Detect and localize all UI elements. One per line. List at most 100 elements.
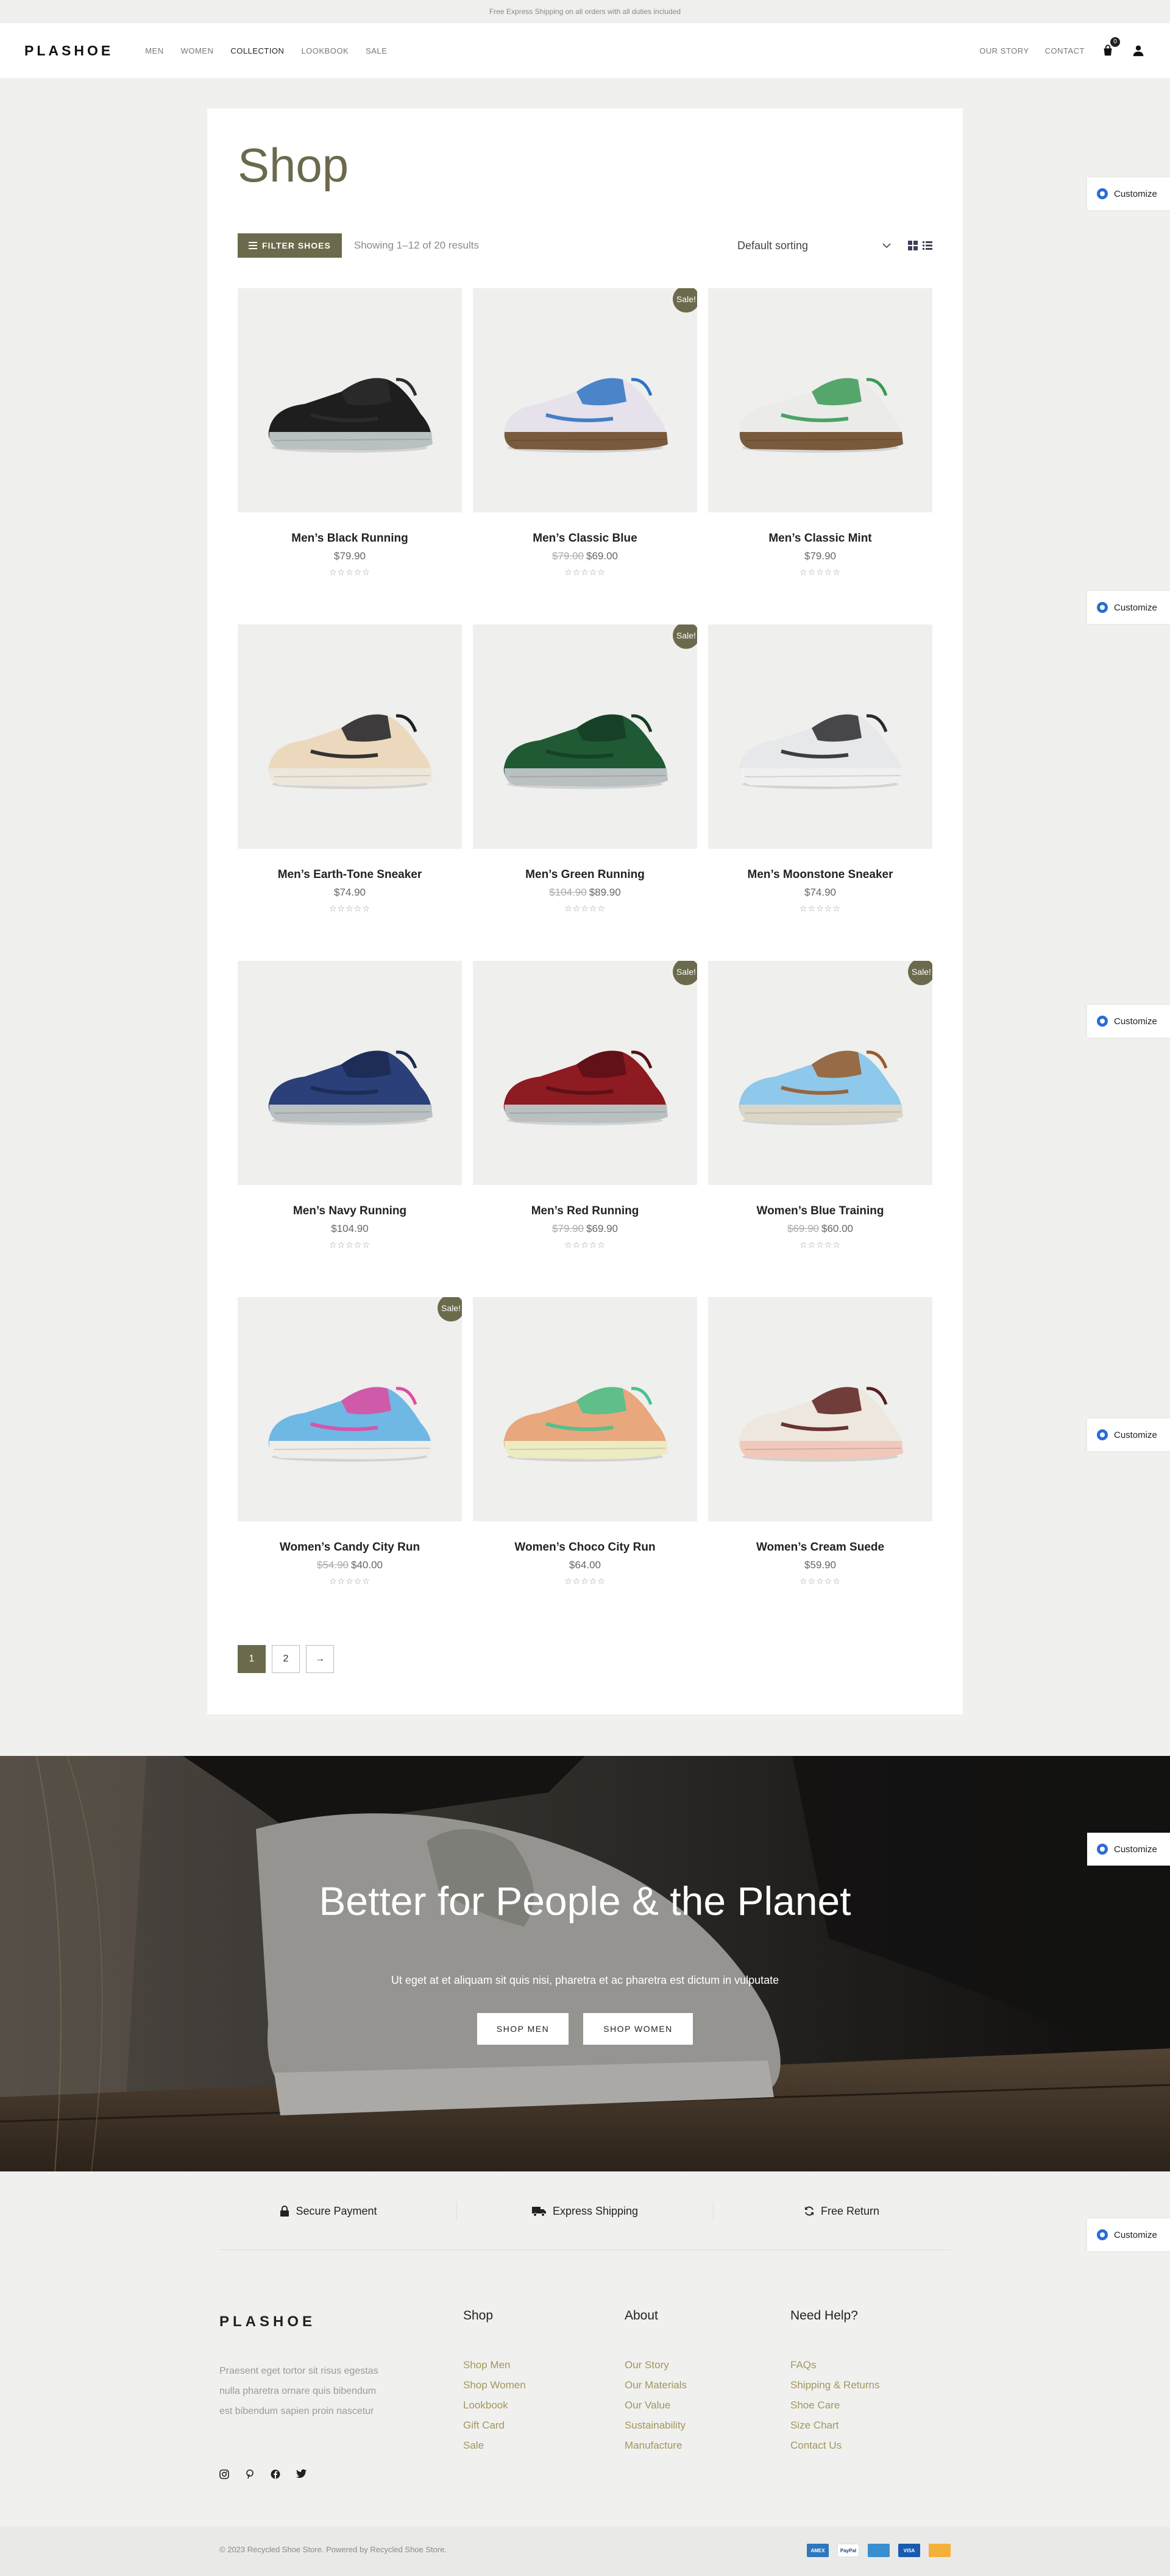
grid-view-icon[interactable]	[908, 241, 918, 250]
footer-link[interactable]: Our Materials	[625, 2375, 687, 2395]
shoe-image	[268, 378, 433, 453]
shop-women-button[interactable]: SHOP WOMEN	[583, 2013, 693, 2045]
customize-button[interactable]: Customize	[1087, 1833, 1170, 1866]
truck-icon	[531, 2207, 546, 2217]
product-image[interactable]: Sale!	[708, 961, 932, 1185]
list-view-icon[interactable]	[923, 241, 932, 250]
product-name[interactable]: Women’s Blue Training	[708, 1205, 932, 1218]
footer-link[interactable]: Lookbook	[463, 2395, 526, 2415]
refresh-icon	[804, 2206, 814, 2216]
footer-link[interactable]: Our Story	[625, 2355, 687, 2375]
product-card[interactable]: Sale! Women’s Blue Training $69.90 $60.00 ☆☆…	[708, 961, 932, 1278]
product-card[interactable]: Men’s Classic Mint $79.90 ☆☆☆☆☆	[708, 288, 932, 605]
page-2-button[interactable]: 2	[272, 1645, 300, 1673]
footer-link[interactable]: Sale	[463, 2435, 526, 2455]
footer-link[interactable]: Shop Women	[463, 2375, 526, 2395]
product-image[interactable]	[238, 625, 462, 849]
current-price: $89.90	[589, 886, 621, 898]
filter-shoes-button[interactable]: FILTER SHOES	[238, 233, 342, 258]
customize-icon	[1097, 1429, 1108, 1440]
sorting-controls: Default sorting	[737, 239, 932, 252]
product-name[interactable]: Men’s Classic Blue	[473, 532, 697, 545]
nav-contact[interactable]: CONTACT	[1045, 46, 1085, 55]
customize-button[interactable]: Customize	[1087, 1005, 1170, 1038]
customize-button[interactable]: Customize	[1087, 177, 1170, 210]
facebook-icon[interactable]	[271, 2469, 280, 2479]
amex-icon: AMEX	[807, 2544, 829, 2557]
sort-value: Default sorting	[737, 239, 809, 252]
announcement-text: Free Express Shipping on all orders with…	[489, 7, 681, 16]
nav-men[interactable]: MEN	[145, 46, 163, 55]
product-image[interactable]	[708, 1297, 932, 1521]
product-card[interactable]: Sale! Women’s Candy City Run $54.90 $40.00 ☆…	[238, 1297, 462, 1614]
product-image[interactable]	[238, 288, 462, 512]
product-card[interactable]: Men’s Moonstone Sneaker $74.90 ☆☆☆☆☆	[708, 625, 932, 941]
product-card[interactable]: Women’s Cream Suede $59.90 ☆☆☆☆☆	[708, 1297, 932, 1614]
product-name[interactable]: Men’s Black Running	[238, 532, 462, 545]
footer-link[interactable]: Shoe Care	[790, 2395, 879, 2415]
sort-select[interactable]: Default sorting	[737, 239, 896, 252]
product-name[interactable]: Women’s Candy City Run	[238, 1541, 462, 1554]
product-image[interactable]: Sale!	[238, 1297, 462, 1521]
user-icon	[1133, 45, 1144, 57]
nav-lookbook[interactable]: LOOKBOOK	[301, 46, 349, 55]
star-rating: ☆☆☆☆☆	[564, 1240, 606, 1250]
pinterest-icon[interactable]	[245, 2469, 255, 2479]
product-name[interactable]: Men’s Green Running	[473, 868, 697, 882]
footer-link[interactable]: Shipping & Returns	[790, 2375, 879, 2395]
sale-badge: Sale!	[673, 625, 697, 649]
visa-icon: VISA	[898, 2544, 920, 2557]
footer-bottom-bar: © 2023 Recycled Shoe Store. Powered by R…	[0, 2527, 1170, 2576]
shop-men-button[interactable]: SHOP MEN	[477, 2013, 569, 2045]
product-name[interactable]: Women’s Choco City Run	[473, 1541, 697, 1554]
product-card[interactable]: Sale! Men’s Classic Blue $79.00 $69.00 ☆☆☆☆☆	[473, 288, 697, 605]
customize-button[interactable]: Customize	[1087, 2218, 1170, 2251]
product-card[interactable]: Men’s Black Running $79.90 ☆☆☆☆☆	[238, 288, 462, 605]
footer-link[interactable]: Size Chart	[790, 2415, 879, 2435]
next-page-button[interactable]: →	[306, 1645, 334, 1673]
product-card[interactable]: Sale! Men’s Red Running $79.90 $69.90 ☆☆☆☆☆	[473, 961, 697, 1278]
product-image[interactable]	[238, 961, 462, 1185]
product-name[interactable]: Men’s Moonstone Sneaker	[708, 868, 932, 882]
nav-our-story[interactable]: OUR STORY	[979, 46, 1029, 55]
twitter-icon[interactable]	[296, 2469, 307, 2478]
nav-sale[interactable]: SALE	[366, 46, 387, 55]
customize-button[interactable]: Customize	[1087, 1418, 1170, 1451]
product-price: $59.90	[708, 1559, 932, 1571]
footer-link[interactable]: Contact Us	[790, 2435, 879, 2455]
footer-link[interactable]: Shop Men	[463, 2355, 526, 2375]
social-links	[219, 2469, 307, 2479]
product-name[interactable]: Men’s Earth-Tone Sneaker	[238, 868, 462, 882]
product-name[interactable]: Men’s Classic Mint	[708, 532, 932, 545]
product-card[interactable]: Men’s Navy Running $104.90 ☆☆☆☆☆	[238, 961, 462, 1278]
footer-link[interactable]: Manufacture	[625, 2435, 687, 2455]
cart-button[interactable]: 0	[1101, 37, 1120, 58]
nav-collection[interactable]: COLLECTION	[230, 46, 284, 55]
star-rating: ☆☆☆☆☆	[564, 1576, 606, 1586]
product-name[interactable]: Women’s Cream Suede	[708, 1541, 932, 1554]
footer-link[interactable]: Our Value	[625, 2395, 687, 2415]
footer-link[interactable]: FAQs	[790, 2355, 879, 2375]
nav-women[interactable]: WOMEN	[181, 46, 214, 55]
product-name[interactable]: Men’s Navy Running	[238, 1205, 462, 1218]
footer-logo[interactable]: PLASHOE	[219, 2313, 316, 2330]
product-price: $79.90	[708, 550, 932, 562]
footer-link[interactable]: Sustainability	[625, 2415, 687, 2435]
site-logo[interactable]: PLASHOE	[24, 43, 113, 59]
product-name[interactable]: Men’s Red Running	[473, 1205, 697, 1218]
instagram-icon[interactable]	[219, 2469, 229, 2479]
account-button[interactable]	[1131, 43, 1146, 58]
product-image[interactable]	[708, 288, 932, 512]
customize-button[interactable]: Customize	[1087, 591, 1170, 624]
result-count: Showing 1–12 of 20 results	[353, 239, 479, 251]
page-1-button[interactable]: 1	[238, 1645, 266, 1673]
product-image[interactable]	[473, 1297, 697, 1521]
product-image[interactable]: Sale!	[473, 288, 697, 512]
product-image[interactable]: Sale!	[473, 961, 697, 1185]
footer-link[interactable]: Gift Card	[463, 2415, 526, 2435]
product-image[interactable]	[708, 625, 932, 849]
product-image[interactable]: Sale!	[473, 625, 697, 849]
product-card[interactable]: Women’s Choco City Run $64.00 ☆☆☆☆☆	[473, 1297, 697, 1614]
product-card[interactable]: Men’s Earth-Tone Sneaker $74.90 ☆☆☆☆☆	[238, 625, 462, 941]
product-card[interactable]: Sale! Men’s Green Running $104.90 $89.90 ☆☆☆…	[473, 625, 697, 941]
